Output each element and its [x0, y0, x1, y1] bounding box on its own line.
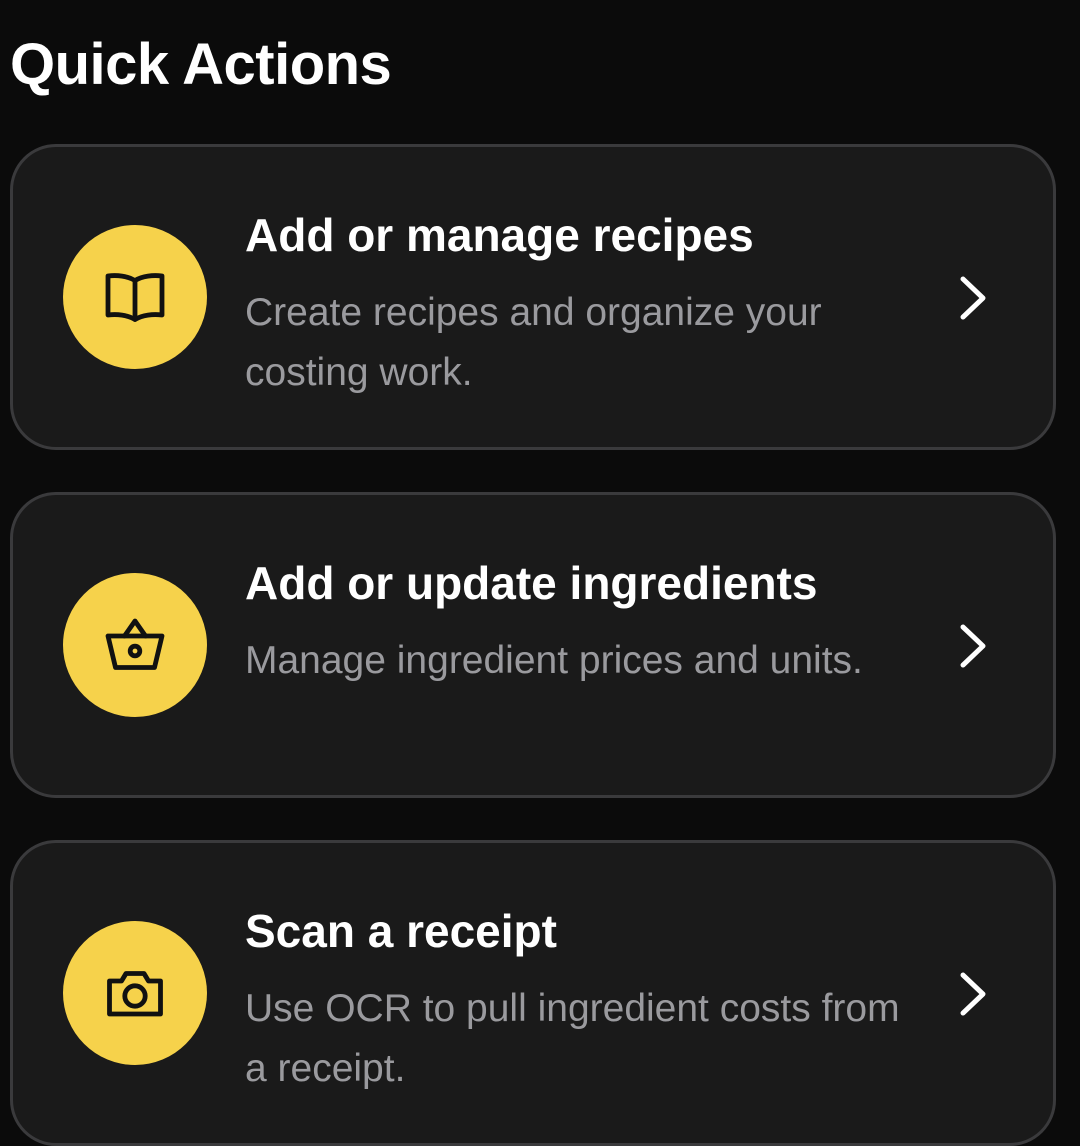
add-recipes-card[interactable]: Add or manage recipes Create recipes and…	[10, 144, 1056, 450]
scan-icon-badge	[63, 921, 207, 1065]
chevron-right-icon	[960, 972, 986, 1016]
card-title: Scan a receipt	[245, 905, 557, 957]
chevron-right-icon	[960, 624, 986, 668]
ingredients-icon-badge	[63, 573, 207, 717]
basket-icon	[105, 618, 165, 670]
card-title: Add or update ingredients	[245, 557, 818, 609]
recipes-icon-badge	[63, 225, 207, 369]
card-description: Manage ingredient prices and units.	[245, 639, 863, 682]
open-book-icon	[105, 273, 165, 322]
camera-icon	[107, 971, 163, 1017]
scan-receipt-card[interactable]: Scan a receipt Use OCR to pull ingredien…	[10, 840, 1056, 1146]
page-title: Quick Actions	[10, 32, 392, 97]
chevron-right-icon	[960, 276, 986, 320]
card-description: Create recipes and organize your costing…	[245, 291, 822, 394]
card-description: Use OCR to pull ingredient costs from a …	[245, 987, 900, 1090]
add-ingredients-card[interactable]: Add or update ingredients Manage ingredi…	[10, 492, 1056, 798]
card-title: Add or manage recipes	[245, 209, 754, 261]
